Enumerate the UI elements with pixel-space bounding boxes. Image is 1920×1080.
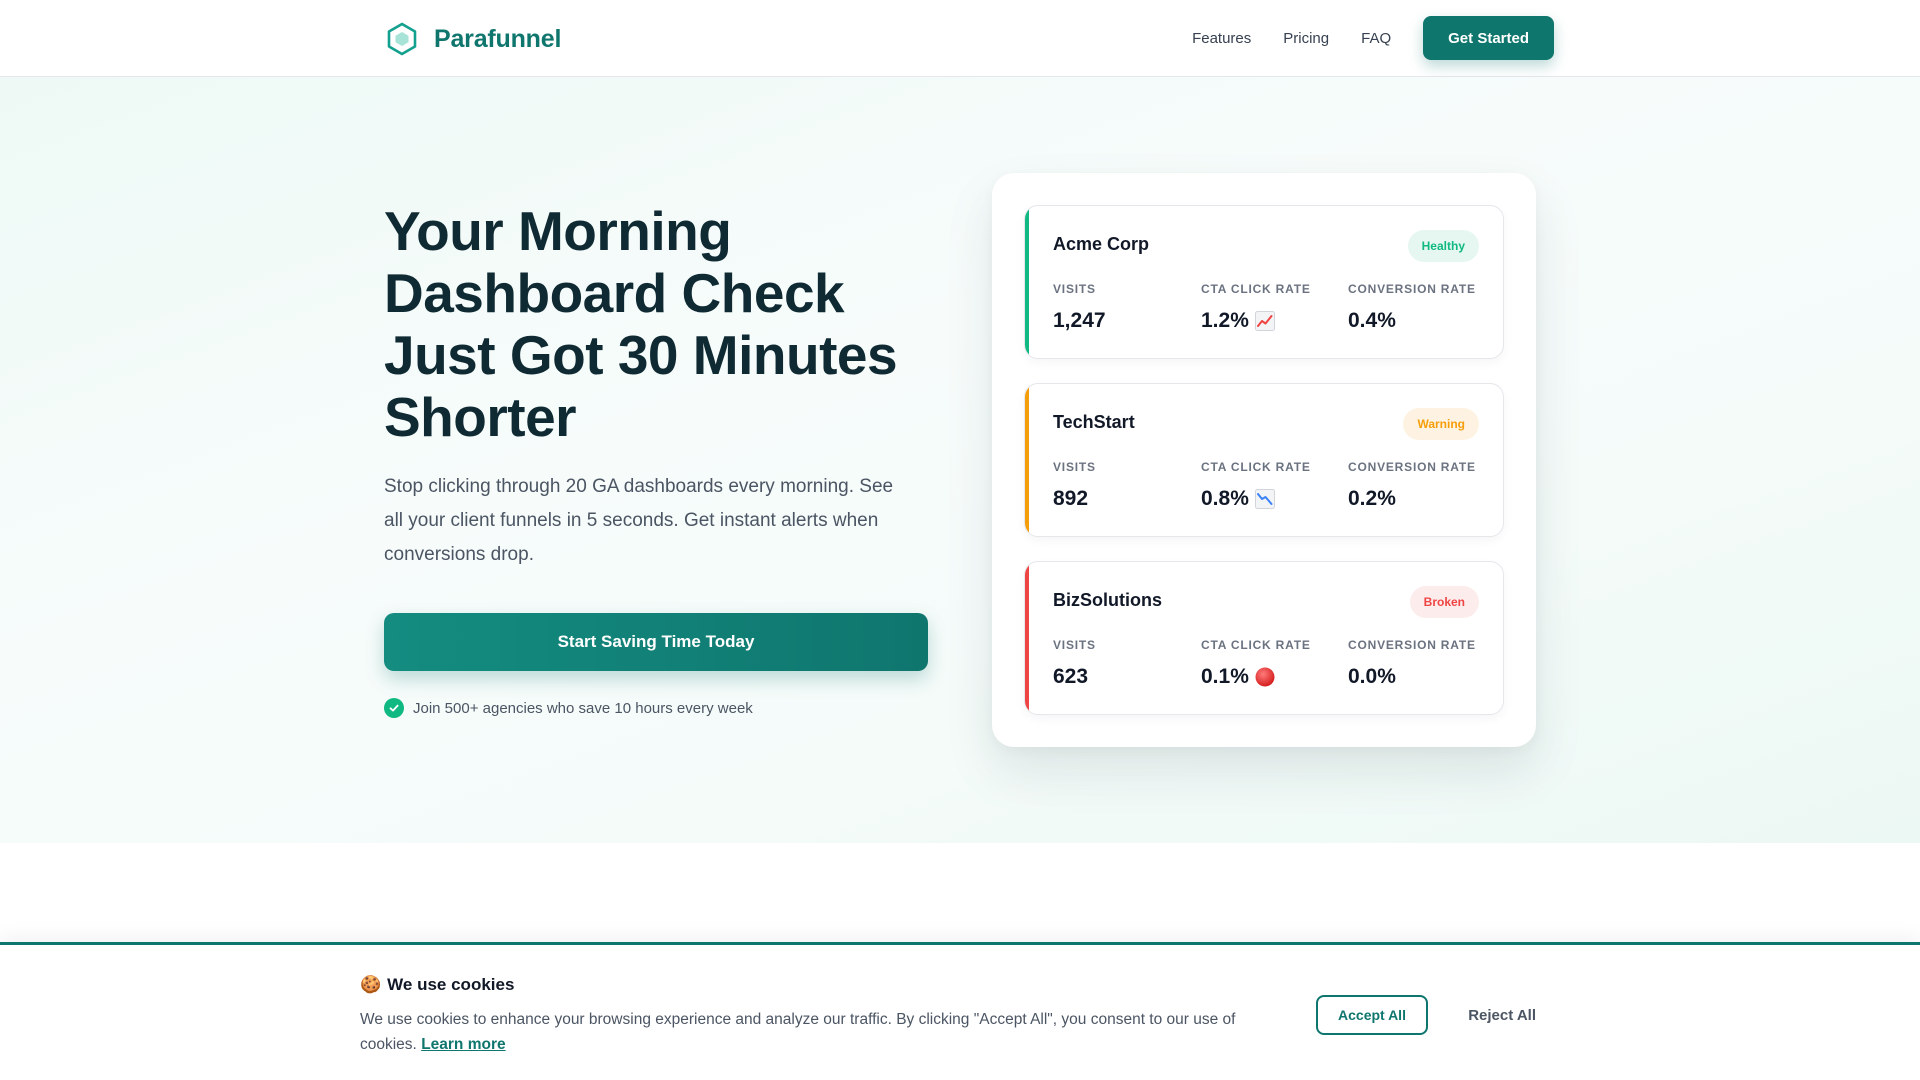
check-circle-icon: [384, 698, 404, 718]
conversion-metric: CONVERSION RATE 0.2%: [1348, 460, 1476, 511]
cookie-title-row: 🍪 We use cookies: [360, 974, 514, 996]
metric-value: 623: [1053, 665, 1089, 688]
hero-section: Your Morning Dashboard Check Just Got 30…: [0, 77, 1920, 843]
metric-label: VISITS: [1053, 282, 1096, 296]
accept-all-button[interactable]: Accept All: [1316, 995, 1428, 1035]
client-name: Acme Corp: [1053, 234, 1150, 254]
nav-link-pricing[interactable]: Pricing: [1283, 30, 1329, 47]
conversion-metric: CONVERSION RATE 0.4%: [1348, 282, 1476, 333]
client-card-acme: Acme Corp Healthy VISITS 1,247 CTA CLICK…: [1024, 205, 1504, 359]
cookie-title: We use cookies: [387, 975, 515, 994]
trending-up-icon: [1254, 311, 1275, 331]
metric-value: 0.2%: [1348, 487, 1396, 510]
reject-all-button[interactable]: Reject All: [1456, 995, 1536, 1035]
cta-rate-metric: CTA CLICK RATE 0.8%: [1201, 460, 1311, 511]
metric-value: 1,247: [1053, 309, 1106, 332]
visits-metric: VISITS 1,247: [1053, 282, 1106, 333]
nav-links: Features Pricing FAQ Get Started: [1192, 16, 1554, 60]
metric-value: 1.2%: [1201, 309, 1249, 332]
metric-label: CTA CLICK RATE: [1201, 282, 1311, 296]
trust-note: Join 500+ agencies who save 10 hours eve…: [384, 698, 753, 718]
nav-link-features[interactable]: Features: [1192, 30, 1251, 47]
client-name: BizSolutions: [1053, 590, 1162, 610]
dashboard-preview: Acme Corp Healthy VISITS 1,247 CTA CLICK…: [992, 173, 1536, 747]
status-badge: Healthy: [1407, 230, 1479, 262]
top-navbar: Parafunnel Features Pricing FAQ Get Star…: [0, 0, 1920, 77]
metric-label: VISITS: [1053, 460, 1096, 474]
conversion-metric: CONVERSION RATE 0.0%: [1348, 638, 1476, 689]
get-started-button[interactable]: Get Started: [1423, 16, 1554, 60]
brand-logo[interactable]: Parafunnel: [384, 20, 561, 58]
cookie-text: We use cookies to enhance your browsing …: [360, 1007, 1290, 1057]
status-badge: Warning: [1403, 408, 1479, 440]
nav-link-faq[interactable]: FAQ: [1361, 30, 1391, 47]
metric-label: CTA CLICK RATE: [1201, 638, 1311, 652]
metric-label: CONVERSION RATE: [1348, 638, 1476, 652]
metric-value: 892: [1053, 487, 1089, 510]
trust-text: Join 500+ agencies who save 10 hours eve…: [413, 699, 753, 717]
metric-value: 0.8%: [1201, 487, 1249, 510]
start-saving-button[interactable]: Start Saving Time Today: [384, 613, 928, 671]
client-card-bizsolutions: BizSolutions Broken VISITS 623 CTA CLICK…: [1024, 561, 1504, 715]
hero-subtitle: Stop clicking through 20 GA dashboards e…: [384, 476, 894, 565]
hero-title: Your Morning Dashboard Check Just Got 30…: [384, 200, 898, 448]
metric-value-row: 1.2%: [1201, 309, 1311, 333]
cookie-icon: 🍪: [360, 975, 382, 994]
metric-value-row: 0.1%: [1201, 665, 1311, 689]
client-name: TechStart: [1053, 412, 1135, 432]
cta-rate-metric: CTA CLICK RATE 0.1%: [1201, 638, 1311, 689]
brand-name: Parafunnel: [434, 24, 562, 53]
metric-label: CTA CLICK RATE: [1201, 460, 1311, 474]
cookie-banner: 🍪 We use cookies We use cookies to enhan…: [0, 942, 1920, 1080]
metric-label: CONVERSION RATE: [1348, 282, 1476, 296]
visits-metric: VISITS 892: [1053, 460, 1096, 511]
metric-value: 0.0%: [1348, 665, 1396, 688]
metric-value: 0.1%: [1201, 665, 1249, 688]
visits-metric: VISITS 623: [1053, 638, 1096, 689]
hexagon-logo-icon: [387, 22, 417, 56]
status-badge: Broken: [1409, 586, 1479, 618]
metric-label: CONVERSION RATE: [1348, 460, 1476, 474]
learn-more-link[interactable]: Learn more: [421, 1036, 505, 1053]
cta-rate-metric: CTA CLICK RATE 1.2%: [1201, 282, 1311, 333]
client-card-techstart: TechStart Warning VISITS 892 CTA CLICK R…: [1024, 383, 1504, 537]
metric-value: 0.4%: [1348, 309, 1396, 332]
trending-down-icon: [1254, 489, 1275, 509]
metric-value-row: 0.8%: [1201, 487, 1311, 511]
metric-label: VISITS: [1053, 638, 1096, 652]
red-circle-icon: [1255, 667, 1275, 687]
